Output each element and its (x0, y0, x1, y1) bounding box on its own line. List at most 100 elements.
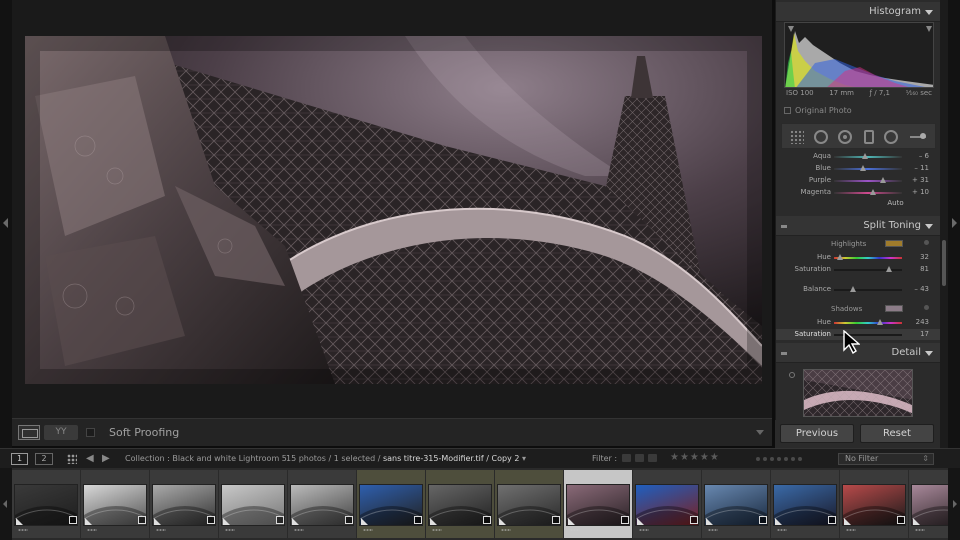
second-window-button[interactable]: 2 (35, 453, 53, 465)
reset-button[interactable]: Reset (860, 424, 934, 443)
edited-badge-icon[interactable] (759, 516, 767, 524)
before-after-button[interactable]: YY (44, 425, 78, 440)
filmstrip-thumbnail[interactable] (81, 470, 149, 538)
original-photo-checkbox[interactable] (784, 107, 791, 114)
soft-proofing-checkbox[interactable] (86, 428, 95, 437)
flag-icon[interactable] (622, 454, 631, 462)
slider-value[interactable]: 32 (920, 253, 929, 261)
filmstrip-scroll-left[interactable] (0, 468, 12, 540)
edited-badge-icon[interactable] (414, 516, 422, 524)
slider-value[interactable]: 243 (916, 318, 929, 326)
edited-badge-icon[interactable] (207, 516, 215, 524)
edited-badge-icon[interactable] (345, 516, 353, 524)
slider-value[interactable]: + 10 (912, 188, 929, 196)
right-panel-collapse[interactable] (948, 0, 960, 448)
flag-filters[interactable] (622, 454, 662, 463)
color-dot-icon[interactable] (770, 457, 774, 461)
slider-row[interactable]: Balance – 43 (776, 284, 940, 295)
photo-count[interactable]: 15 photos / 1 selected / sans titre-315-… (286, 454, 526, 463)
slider-knob[interactable] (877, 319, 883, 325)
slider-track[interactable] (834, 192, 902, 194)
edited-badge-icon[interactable] (828, 516, 836, 524)
star-rating-filter[interactable]: ★★★★★ (670, 452, 720, 463)
back-arrow-icon[interactable]: ◀ (86, 453, 94, 464)
slider-row[interactable]: Aqua – 6 (776, 151, 940, 162)
slider-knob[interactable] (880, 177, 886, 183)
slider-track[interactable] (834, 257, 902, 259)
color-dot-icon[interactable] (763, 457, 767, 461)
pin-icon[interactable] (924, 240, 929, 245)
shadows-color-swatch[interactable] (885, 305, 903, 312)
slider-row[interactable]: Blue – 11 (776, 163, 940, 174)
main-photo[interactable] (25, 36, 762, 384)
slider-value[interactable]: – 6 (919, 152, 929, 160)
filmstrip-thumbnail[interactable] (288, 470, 356, 538)
slider-knob[interactable] (837, 254, 843, 260)
filmstrip-thumbnail[interactable] (564, 470, 632, 538)
flag-icon[interactable] (648, 454, 657, 462)
filmstrip-thumbnail[interactable] (495, 470, 563, 538)
slider-track[interactable] (834, 156, 902, 158)
slider-row[interactable]: Hue 32 (776, 252, 940, 263)
main-window-button[interactable]: 1 (11, 453, 28, 465)
slider-track[interactable] (834, 168, 902, 170)
color-dot-icon[interactable] (798, 457, 802, 461)
original-photo-toggle[interactable]: Original Photo (784, 106, 852, 115)
detail-target-icon[interactable] (789, 372, 795, 378)
forward-arrow-icon[interactable]: ▶ (102, 453, 110, 464)
edited-badge-icon[interactable] (621, 516, 629, 524)
slider-value[interactable]: 17 (920, 330, 929, 338)
slider-value[interactable]: 81 (920, 265, 929, 273)
slider-knob[interactable] (870, 189, 876, 195)
histogram-graph[interactable] (784, 22, 934, 88)
filmstrip-thumbnail[interactable] (840, 470, 908, 538)
crop-overlay-icon[interactable] (790, 130, 804, 144)
slider-row[interactable]: Hue 243 (776, 317, 940, 328)
previous-button[interactable]: Previous (780, 424, 854, 443)
color-dot-icon[interactable] (791, 457, 795, 461)
slider-value[interactable]: – 43 (914, 285, 929, 293)
filmstrip-scroll-right[interactable] (948, 468, 960, 540)
edited-badge-icon[interactable] (690, 516, 698, 524)
slider-track[interactable] (834, 322, 902, 324)
slider-value[interactable]: – 11 (914, 164, 929, 172)
slider-row[interactable]: Magenta + 10 (776, 187, 940, 198)
radial-filter-icon[interactable] (884, 130, 898, 144)
adjustment-brush-icon[interactable] (910, 133, 926, 139)
histogram-header[interactable]: Histogram (776, 2, 940, 22)
slider-track[interactable] (834, 180, 902, 182)
filmstrip-thumbnail[interactable] (219, 470, 287, 538)
slider-track[interactable] (834, 289, 902, 291)
edited-badge-icon[interactable] (483, 516, 491, 524)
filmstrip-thumbnail[interactable] (150, 470, 218, 538)
filmstrip-thumbnail[interactable] (771, 470, 839, 538)
slider-value[interactable]: + 31 (912, 176, 929, 184)
edited-badge-icon[interactable] (138, 516, 146, 524)
edited-badge-icon[interactable] (897, 516, 905, 524)
filmstrip-thumbnail[interactable] (426, 470, 494, 538)
color-dot-icon[interactable] (784, 457, 788, 461)
grid-view-icon[interactable] (67, 454, 77, 464)
scrollbar-thumb[interactable] (942, 240, 946, 286)
filmstrip-thumbnail[interactable] (12, 470, 80, 538)
filmstrip-thumbnail[interactable] (357, 470, 425, 538)
filmstrip-thumbnail[interactable] (702, 470, 770, 538)
graduated-filter-icon[interactable] (864, 130, 874, 144)
filmstrip-thumbnail[interactable] (633, 470, 701, 538)
slider-row[interactable]: Saturation 81 (776, 264, 940, 275)
red-eye-icon[interactable] (838, 130, 852, 144)
edited-badge-icon[interactable] (69, 516, 77, 524)
auto-button[interactable]: Auto (776, 199, 940, 207)
pin-icon[interactable] (924, 305, 929, 310)
edited-badge-icon[interactable] (276, 516, 284, 524)
right-panel-scrollbar[interactable] (940, 0, 948, 448)
slider-row[interactable]: Purple + 31 (776, 175, 940, 186)
slider-knob[interactable] (886, 266, 892, 272)
filter-preset-select[interactable]: No Filter (838, 453, 934, 465)
highlights-color-swatch[interactable] (885, 240, 903, 247)
split-toning-header[interactable]: Split Toning (776, 216, 940, 236)
toolbar-menu-chevron-icon[interactable] (756, 430, 764, 435)
detail-preview[interactable] (803, 369, 913, 417)
slider-knob[interactable] (860, 165, 866, 171)
left-panel-collapse[interactable] (0, 0, 12, 448)
